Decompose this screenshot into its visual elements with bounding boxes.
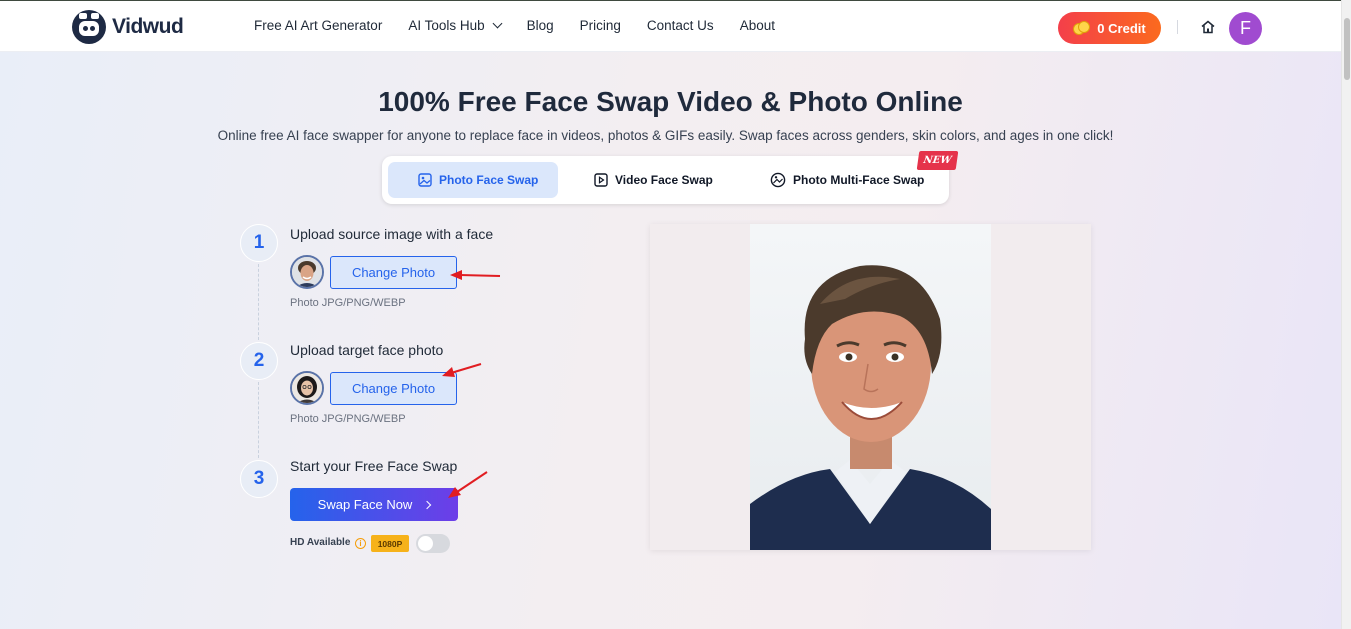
step-1-number: 1 bbox=[240, 224, 278, 262]
swap-face-now-label: Swap Face Now bbox=[317, 497, 413, 512]
new-badge: NEW bbox=[916, 151, 959, 170]
step-3-number: 3 bbox=[240, 460, 278, 498]
source-format-hint: Photo JPG/PNG/WEBP bbox=[290, 297, 406, 309]
hd-toggle[interactable] bbox=[416, 534, 450, 553]
toggle-knob bbox=[418, 536, 433, 551]
nav-about[interactable]: About bbox=[740, 18, 775, 33]
source-face-thumbnail[interactable] bbox=[290, 255, 324, 289]
brand-name: Vidwud bbox=[112, 15, 184, 38]
vidwud-logo[interactable]: Vidwud bbox=[72, 10, 184, 44]
tab-photo-multi-face-swap-label: Photo Multi-Face Swap bbox=[793, 173, 925, 187]
source-face-preview-image bbox=[750, 224, 991, 550]
step-2-number: 2 bbox=[240, 342, 278, 380]
credit-button[interactable]: 0 Credit bbox=[1058, 12, 1161, 44]
mode-tabs: Photo Face Swap Video Face Swap Photo Mu… bbox=[382, 156, 949, 204]
nav-contact-us[interactable]: Contact Us bbox=[647, 18, 714, 33]
chevron-right-icon bbox=[423, 500, 432, 509]
video-play-icon bbox=[594, 173, 608, 187]
tab-video-face-swap[interactable]: Video Face Swap bbox=[594, 162, 734, 198]
page-subtitle: Online free AI face swapper for anyone t… bbox=[217, 128, 1114, 143]
step-3-title: Start your Free Face Swap bbox=[290, 458, 458, 474]
change-target-photo-button[interactable]: Change Photo bbox=[330, 372, 457, 405]
nav-pricing[interactable]: Pricing bbox=[580, 18, 621, 33]
change-source-photo-button[interactable]: Change Photo bbox=[330, 256, 457, 289]
tab-photo-face-swap[interactable]: Photo Face Swap bbox=[388, 162, 558, 198]
user-avatar[interactable]: F bbox=[1229, 12, 1262, 45]
page-scrollbar[interactable] bbox=[1341, 0, 1351, 629]
header-divider bbox=[1177, 20, 1178, 34]
nav-free-ai-art-generator[interactable]: Free AI Art Generator bbox=[254, 18, 382, 33]
hd-available-label: HD Available bbox=[290, 537, 351, 548]
image-icon bbox=[418, 173, 432, 187]
step-connector bbox=[258, 382, 259, 458]
top-navigation-bar: Vidwud Free AI Art Generator AI Tools Hu… bbox=[0, 0, 1341, 52]
robot-logo-icon bbox=[72, 10, 106, 44]
target-format-hint: Photo JPG/PNG/WEBP bbox=[290, 413, 406, 425]
step-connector bbox=[258, 264, 259, 340]
main-nav: Free AI Art Generator AI Tools Hub Blog … bbox=[254, 18, 801, 33]
scrollbar-thumb[interactable] bbox=[1344, 18, 1350, 80]
tab-photo-face-swap-label: Photo Face Swap bbox=[439, 173, 539, 187]
tab-video-face-swap-label: Video Face Swap bbox=[615, 173, 713, 187]
hd-resolution-badge: 1080P bbox=[371, 535, 409, 552]
main-content: 100% Free Face Swap Video & Photo Online… bbox=[0, 52, 1341, 629]
nav-blog[interactable]: Blog bbox=[527, 18, 554, 33]
result-preview-panel bbox=[650, 224, 1091, 550]
nav-ai-tools-hub-label: AI Tools Hub bbox=[408, 18, 485, 33]
coins-icon bbox=[1073, 21, 1091, 35]
page-title: 100% Free Face Swap Video & Photo Online bbox=[378, 86, 963, 117]
target-face-thumbnail[interactable] bbox=[290, 371, 324, 405]
info-icon[interactable]: i bbox=[355, 538, 366, 549]
nav-ai-tools-hub[interactable]: AI Tools Hub bbox=[408, 18, 503, 33]
multi-face-icon bbox=[770, 172, 786, 188]
credit-label: 0 Credit bbox=[1097, 20, 1146, 36]
chevron-down-icon bbox=[492, 18, 503, 29]
step-1-title: Upload source image with a face bbox=[290, 226, 494, 242]
swap-face-now-button[interactable]: Swap Face Now bbox=[290, 488, 458, 521]
step-2-title: Upload target face photo bbox=[290, 342, 444, 358]
home-icon[interactable] bbox=[1200, 19, 1216, 35]
